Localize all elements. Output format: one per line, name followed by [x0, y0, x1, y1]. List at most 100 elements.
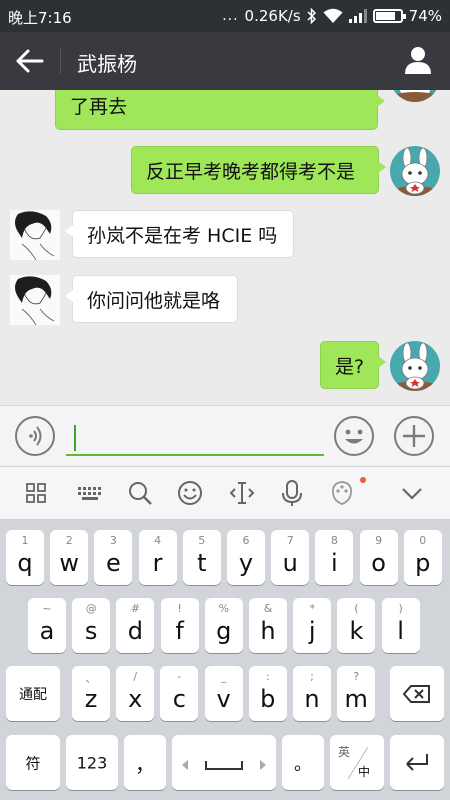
key-t[interactable]: 5t	[182, 530, 221, 585]
signal-icon	[348, 9, 367, 23]
search-icon[interactable]	[126, 479, 154, 507]
my-avatar[interactable]	[390, 341, 440, 391]
key-i[interactable]: 8i	[315, 530, 354, 585]
contact-avatar[interactable]	[10, 275, 60, 325]
message-text: 反正早考晚考都得考不是	[146, 160, 356, 183]
emoji-face-icon[interactable]	[176, 479, 204, 507]
message-text: 了再去	[70, 95, 128, 118]
key-secondary-label: ?	[353, 670, 360, 683]
contact-profile-icon[interactable]	[404, 46, 432, 74]
key-m[interactable]: ? m	[337, 666, 376, 721]
key-u[interactable]: 7u	[271, 530, 310, 585]
key-j[interactable]: * j	[293, 598, 332, 653]
key-label: f	[175, 617, 184, 645]
key-p[interactable]: 0p	[403, 530, 442, 585]
key-c[interactable]: -c	[160, 666, 199, 721]
skin-theme-icon[interactable]	[328, 479, 356, 507]
my-avatar[interactable]	[390, 90, 440, 102]
voice-input-button[interactable]	[15, 416, 55, 456]
key-secondary-label: 3	[109, 534, 117, 547]
key-w[interactable]: 2w	[50, 530, 89, 585]
key-n[interactable]: ; n	[293, 666, 331, 721]
space-icon	[182, 760, 266, 770]
key-k[interactable]: (k	[337, 598, 376, 653]
key-s[interactable]: @ s	[72, 598, 111, 653]
message-input[interactable]	[66, 420, 324, 456]
key-secondary-label: &	[263, 602, 273, 615]
space-key[interactable]	[172, 735, 276, 790]
key-secondary-label: @	[85, 602, 97, 615]
comma-key[interactable]: ，	[124, 735, 166, 790]
wifi-icon	[323, 8, 343, 23]
chat-messages[interactable]: 了再去 反正早考晚考都得考不是 孙岚不是在考 HCIE 吗 你问问他就是咯 是?	[0, 90, 450, 405]
key-x[interactable]: / x	[116, 666, 155, 721]
key-label: z	[84, 685, 98, 713]
key-label: x	[128, 685, 143, 713]
key-e[interactable]: 3e	[94, 530, 133, 585]
key-secondary-label: 9	[375, 534, 383, 547]
message-bubble-sent[interactable]: 是?	[320, 341, 386, 389]
key-secondary-label: *	[309, 602, 315, 615]
message-bubble-sent[interactable]: 反正早考晚考都得考不是	[131, 146, 386, 194]
period-key[interactable]: 。	[282, 735, 324, 790]
key-z[interactable]: 、 z	[72, 666, 110, 721]
symbols-key[interactable]: 符	[6, 735, 60, 790]
numbers-key[interactable]: 123	[66, 735, 118, 790]
key-q[interactable]: 1q	[6, 530, 44, 585]
my-avatar[interactable]	[390, 146, 440, 196]
key-label: c	[172, 685, 186, 713]
cursor-edit-icon[interactable]	[228, 479, 256, 507]
key-label: r	[152, 549, 163, 577]
status-time: 晚上7:16	[8, 9, 72, 27]
key-y[interactable]: 6y	[227, 530, 265, 585]
microphone-icon[interactable]	[278, 479, 306, 507]
key-h[interactable]: & h	[249, 598, 287, 653]
network-speed: 0.26K/s	[244, 7, 301, 25]
key-o[interactable]: 9o	[359, 530, 398, 585]
key-label: a	[39, 617, 55, 645]
key-d[interactable]: # d	[116, 598, 155, 653]
back-arrow-icon[interactable]	[14, 46, 46, 76]
keyboard-icon[interactable]	[76, 479, 104, 507]
key-secondary-label: /	[133, 670, 138, 683]
contact-avatar[interactable]	[10, 210, 60, 260]
key-label: s	[84, 617, 98, 645]
key-secondary-label: #	[130, 602, 140, 615]
message-text: 是?	[335, 355, 365, 378]
key-label: b	[260, 685, 276, 713]
more-actions-button[interactable]	[394, 416, 434, 456]
key-label: 。	[294, 753, 312, 775]
message-bubble-received[interactable]: 孙岚不是在考 HCIE 吗	[65, 210, 294, 258]
collapse-keyboard-icon[interactable]	[398, 479, 426, 507]
key-label: o	[371, 549, 386, 577]
key-label: t	[197, 549, 207, 577]
message-bubble-received[interactable]: 你问问他就是咯	[65, 275, 238, 323]
enter-icon	[406, 754, 428, 771]
key-b[interactable]: :b	[248, 666, 287, 721]
chat-header: 武振杨	[0, 32, 450, 90]
page-title: 武振杨	[77, 52, 137, 76]
key-label: j	[308, 617, 316, 645]
key-secondary-label: 0	[419, 534, 427, 547]
key-l[interactable]: ) l	[381, 598, 420, 653]
key-r[interactable]: 4r	[138, 530, 177, 585]
status-bar: 晚上7:16 ... 0.26K/s 74%	[0, 0, 450, 32]
message-bubble-sent[interactable]: 了再去	[55, 90, 385, 130]
key-secondary-label: ~	[42, 602, 52, 615]
key-g[interactable]: % g	[204, 598, 243, 653]
backspace-key[interactable]	[390, 666, 444, 721]
key-v[interactable]: _ v	[204, 666, 243, 721]
tongpei-key[interactable]: 通配	[6, 666, 60, 721]
grid-menu-icon[interactable]	[22, 479, 50, 507]
enter-key[interactable]	[390, 735, 444, 790]
key-label: p	[415, 549, 431, 577]
message-input-bar	[0, 405, 450, 465]
key-a[interactable]: ~ a	[28, 598, 66, 653]
emoji-button[interactable]	[334, 416, 374, 456]
language-switch-key[interactable]: 英中	[330, 735, 384, 790]
header-divider	[60, 48, 61, 74]
battery-percent: 74%	[408, 7, 442, 25]
soft-keyboard: 1 q 2 w 3 e 4 r 5 t 6 y 7 u 8 i 9 o 0 p ~ a @ s # d! f% g & h * j(k) l 通配…	[0, 520, 450, 800]
more-dots-icon: ...	[222, 8, 239, 24]
key-f[interactable]: ! f	[160, 598, 199, 653]
